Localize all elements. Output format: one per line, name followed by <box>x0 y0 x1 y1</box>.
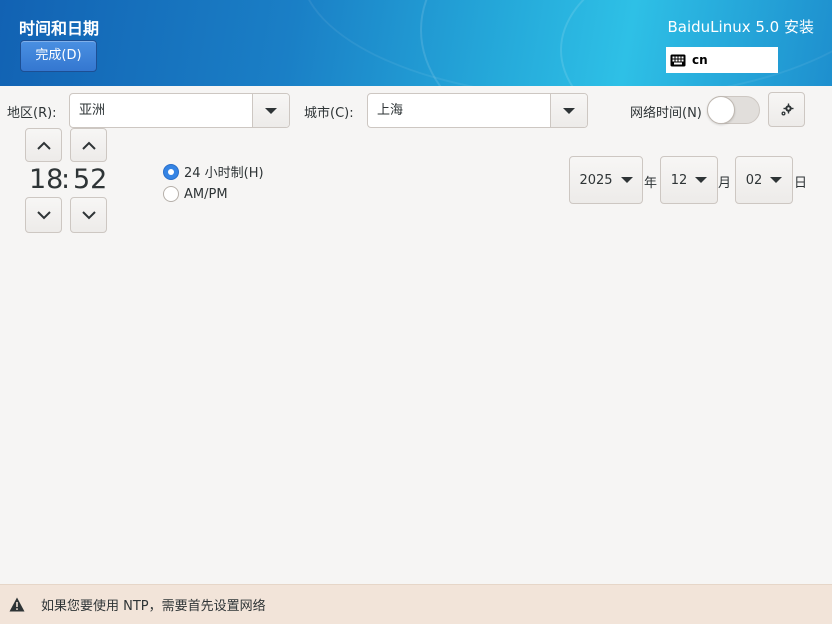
network-time-label: 网络时间(N) <box>630 106 702 121</box>
minute-up-button[interactable] <box>70 128 107 162</box>
hour-down-button[interactable] <box>25 197 62 233</box>
format-ampm-radio[interactable]: AM/PM <box>163 186 228 202</box>
product-title: BaiduLinux 5.0 安装 <box>667 18 815 36</box>
radio-indicator[interactable] <box>163 163 179 180</box>
done-button[interactable]: 完成(D) <box>20 40 97 72</box>
region-combo[interactable]: 亚洲 <box>69 93 290 128</box>
hour-value: 18 <box>29 164 64 195</box>
region-label: 地区(R): <box>7 106 57 121</box>
region-value[interactable]: 亚洲 <box>70 94 252 127</box>
format-ampm-label: AM/PM <box>184 186 228 202</box>
format-24h-label: 24 小时制(H) <box>184 166 264 181</box>
chevron-down-icon <box>36 210 51 219</box>
chevron-down-icon <box>81 210 96 219</box>
day-dropdown[interactable]: 02 <box>735 156 793 204</box>
minute-value: 52 <box>73 164 108 195</box>
dropdown-arrow-icon <box>770 177 783 183</box>
year-value: 2025 <box>579 172 613 188</box>
keyboard-icon <box>670 54 686 66</box>
city-label: 城市(C): <box>304 106 354 121</box>
time-separator: : <box>61 164 71 195</box>
gear-icon <box>781 103 793 115</box>
chevron-up-icon <box>36 141 51 150</box>
network-time-switch[interactable] <box>707 96 760 124</box>
day-value: 02 <box>745 172 763 188</box>
dropdown-arrow-icon <box>563 107 575 114</box>
month-suffix: 月 <box>718 176 732 191</box>
keyboard-layout-indicator[interactable]: cn <box>666 47 778 73</box>
dropdown-arrow-icon <box>265 107 277 114</box>
switch-knob[interactable] <box>707 96 735 124</box>
warning-bar: 如果您要使用 NTP，需要首先设置网络 <box>0 584 832 624</box>
month-dropdown[interactable]: 12 <box>660 156 718 204</box>
chevron-up-icon <box>81 141 96 150</box>
format-24h-radio[interactable]: 24 小时制(H) <box>163 162 264 181</box>
hour-up-button[interactable] <box>25 128 62 162</box>
year-dropdown[interactable]: 2025 <box>569 156 643 204</box>
warning-message: 如果您要使用 NTP，需要首先设置网络 <box>41 599 266 614</box>
header-bar: 时间和日期 完成(D) BaiduLinux 5.0 安装 cn <box>0 0 832 86</box>
minute-down-button[interactable] <box>70 197 107 233</box>
day-suffix: 日 <box>794 176 808 191</box>
city-value[interactable]: 上海 <box>368 94 550 127</box>
year-suffix: 年 <box>644 176 658 191</box>
region-dropdown-button[interactable] <box>252 94 289 127</box>
city-dropdown-button[interactable] <box>550 94 587 127</box>
ntp-settings-button[interactable] <box>768 92 805 127</box>
radio-indicator[interactable] <box>163 186 179 202</box>
warning-icon <box>9 597 25 612</box>
dropdown-arrow-icon <box>620 177 633 183</box>
page-title: 时间和日期 <box>19 19 100 38</box>
month-value: 12 <box>670 172 688 188</box>
dropdown-arrow-icon <box>695 177 708 183</box>
keyboard-layout-label: cn <box>692 53 708 67</box>
city-combo[interactable]: 上海 <box>367 93 588 128</box>
